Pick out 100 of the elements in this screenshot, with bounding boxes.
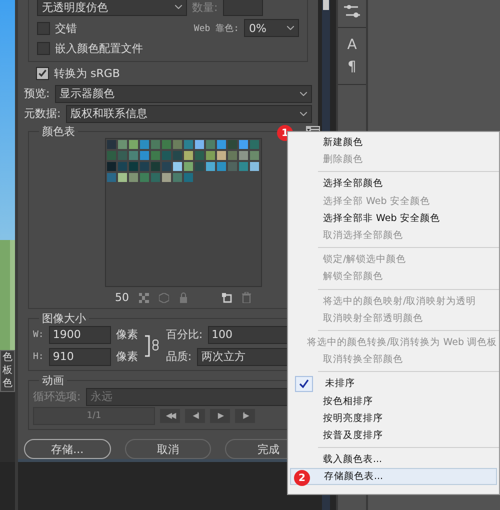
color-swatch[interactable]: [216, 139, 226, 150]
panel-glyph[interactable]: ¶: [348, 59, 356, 75]
sliders-icon[interactable]: [344, 4, 360, 18]
percent-label: 百分比:: [166, 327, 203, 342]
lock-icon[interactable]: [179, 292, 188, 303]
cube-icon[interactable]: [159, 292, 169, 302]
color-swatch[interactable]: [194, 139, 204, 150]
color-swatch[interactable]: [116, 172, 128, 183]
color-swatch[interactable]: [160, 161, 172, 172]
color-swatch[interactable]: [138, 150, 150, 161]
color-swatch[interactable]: [116, 161, 128, 172]
unit-label: 像素: [116, 327, 138, 342]
convert-label: 转换为 sRGB: [54, 66, 120, 81]
color-swatch[interactable]: [226, 150, 238, 161]
embed-profile-checkbox[interactable]: [37, 42, 50, 55]
amount-select[interactable]: [222, 0, 263, 16]
color-swatch[interactable]: [106, 161, 116, 172]
dither-select[interactable]: 无透明度仿色: [37, 0, 187, 16]
color-swatch[interactable]: [182, 161, 194, 172]
quality-label: 品质:: [166, 349, 192, 364]
color-swatch[interactable]: [248, 161, 260, 172]
color-swatch[interactable]: [128, 150, 138, 161]
color-swatch[interactable]: [172, 150, 182, 161]
tab-label: 色: [2, 351, 14, 364]
color-swatch[interactable]: [128, 161, 138, 172]
dialog-button[interactable]: 存储...: [24, 439, 111, 459]
link-icon[interactable]: [144, 332, 160, 358]
menu-item[interactable]: 选择全部非 Web 安全颜色: [290, 210, 497, 227]
chevron-down-icon: [300, 112, 307, 116]
color-swatch[interactable]: [106, 139, 116, 150]
check-icon: [299, 378, 309, 389]
width-label: W:: [33, 330, 44, 340]
color-swatch[interactable]: [116, 150, 128, 161]
color-swatch[interactable]: [106, 150, 116, 161]
menu-item[interactable]: 2 存储颜色表...: [290, 468, 497, 486]
color-swatch[interactable]: [182, 139, 194, 150]
color-swatch[interactable]: [204, 139, 216, 150]
color-swatch[interactable]: [182, 172, 194, 183]
menu-item[interactable]: 选择全部颜色: [290, 175, 497, 193]
color-swatch[interactable]: [150, 150, 160, 161]
color-swatch[interactable]: [238, 161, 248, 172]
height-field[interactable]: 910: [48, 348, 111, 366]
web-snap-select[interactable]: 0%: [244, 19, 299, 37]
convert-checkbox[interactable]: [36, 67, 49, 80]
playback-button[interactable]: ◀I: [185, 408, 205, 422]
menu-item[interactable]: 新建颜色: [290, 134, 497, 152]
new-item-icon[interactable]: [222, 292, 232, 302]
playback-button[interactable]: ▶: [210, 408, 230, 422]
color-swatch[interactable]: [128, 139, 138, 150]
metadata-label: 元数据:: [24, 106, 61, 121]
width-field[interactable]: 1900: [48, 326, 111, 344]
color-swatch[interactable]: [172, 139, 182, 150]
preview-select[interactable]: 显示器颜色: [54, 84, 312, 102]
color-swatch[interactable]: [138, 139, 150, 150]
playback-button[interactable]: I▶: [235, 408, 255, 422]
playback-button[interactable]: ◀◀: [160, 408, 180, 422]
interlaced-checkbox[interactable]: [37, 22, 50, 34]
color-swatch[interactable]: [172, 161, 182, 172]
color-swatch[interactable]: [204, 161, 216, 172]
color-swatch[interactable]: [194, 150, 204, 161]
color-swatch[interactable]: [216, 161, 226, 172]
color-swatch[interactable]: [150, 139, 160, 150]
dialog-button[interactable]: 取消: [124, 439, 212, 459]
color-swatch[interactable]: [248, 139, 260, 150]
color-swatch[interactable]: [216, 150, 226, 161]
group-title: 颜色表: [39, 124, 78, 139]
frame-counter: 1/1: [33, 406, 155, 424]
color-swatch[interactable]: [160, 150, 172, 161]
group-title: 动画: [39, 373, 67, 388]
color-swatch[interactable]: [226, 161, 238, 172]
scrollbar[interactable]: [323, 0, 329, 10]
color-swatch[interactable]: [150, 172, 160, 183]
color-swatch[interactable]: [138, 172, 150, 183]
color-swatch[interactable]: [160, 139, 172, 150]
color-swatch[interactable]: [150, 161, 160, 172]
color-swatch[interactable]: [194, 161, 204, 172]
color-swatch[interactable]: [182, 150, 194, 161]
color-count: 50: [115, 291, 129, 304]
color-swatch[interactable]: [128, 172, 138, 183]
chevron-down-icon: [287, 26, 294, 30]
color-swatch[interactable]: [138, 161, 150, 172]
trash-icon[interactable]: [242, 292, 251, 303]
amount-label: 数量:: [192, 0, 218, 14]
web-snap-label: Web 靠色:: [194, 22, 239, 34]
color-swatch[interactable]: [226, 139, 238, 150]
color-swatch[interactable]: [204, 150, 216, 161]
color-swatch[interactable]: [106, 172, 116, 183]
loop-label: 循环选项:: [33, 389, 81, 404]
color-swatch[interactable]: [238, 139, 248, 150]
chevron-down-icon: [300, 92, 307, 96]
checker-icon[interactable]: [139, 292, 149, 302]
color-swatch[interactable]: [172, 172, 182, 183]
tab-label: 板: [2, 364, 14, 377]
menu-item[interactable]: 按明亮度排序: [290, 410, 497, 427]
color-swatch[interactable]: [238, 150, 248, 161]
panel-glyph[interactable]: A: [347, 37, 357, 53]
color-swatch[interactable]: [248, 150, 260, 161]
metadata-select[interactable]: 版权和联系信息: [66, 104, 312, 122]
color-swatch[interactable]: [116, 139, 128, 150]
color-swatch[interactable]: [160, 172, 172, 183]
